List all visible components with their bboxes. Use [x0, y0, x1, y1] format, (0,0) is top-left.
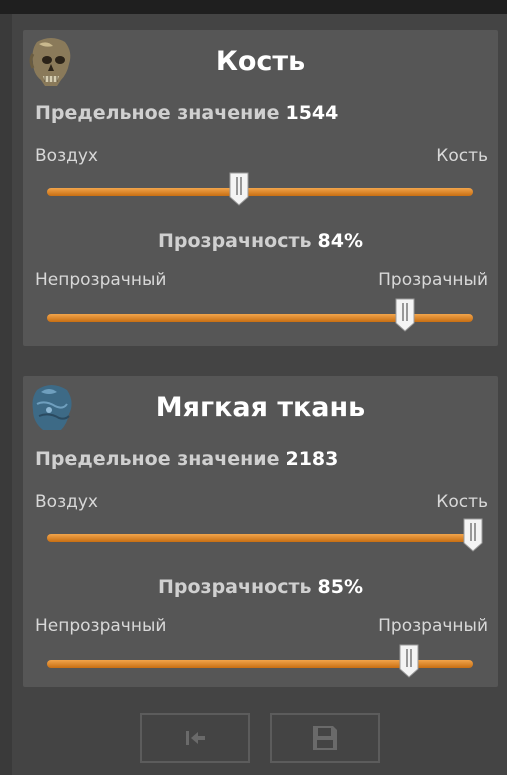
threshold-label: Предельное значение — [35, 448, 280, 470]
opacity-min-label: Непрозрачный — [35, 270, 167, 290]
opacity-readout: Прозрачность 84% — [23, 230, 498, 252]
opacity-slider[interactable] — [47, 298, 473, 332]
panel-title: Кость — [215, 46, 306, 77]
threshold-max-label: Кость — [436, 492, 488, 512]
save-button[interactable] — [270, 713, 380, 763]
opacity-min-label: Непрозрачный — [35, 616, 167, 636]
opacity-label: Прозрачность — [157, 230, 312, 252]
opacity-slider-thumb[interactable] — [394, 297, 416, 333]
soft-tissue-panel: Мягкая ткань Предельное значение 2183 Воз… — [23, 376, 498, 687]
threshold-value: 1544 — [285, 102, 339, 124]
opacity-value: 84% — [317, 230, 363, 252]
threshold-value: 2183 — [285, 448, 339, 470]
threshold-label: Предельное значение — [35, 102, 280, 124]
threshold-readout: Предельное значение 2183 — [35, 448, 338, 470]
opacity-value: 85% — [317, 576, 363, 598]
threshold-slider[interactable] — [47, 518, 483, 552]
threshold-readout: Предельное значение 1544 — [35, 102, 338, 124]
panel-title: Мягкая ткань — [155, 392, 366, 423]
threshold-slider[interactable] — [47, 172, 473, 206]
reset-button[interactable] — [140, 713, 250, 763]
threshold-min-label: Воздух — [35, 492, 98, 512]
reset-to-start-icon — [186, 731, 205, 745]
opacity-max-label: Прозрачный — [378, 616, 488, 636]
bottom-toolbar — [0, 700, 507, 775]
opacity-slider[interactable] — [47, 644, 473, 678]
threshold-slider-thumb[interactable] — [462, 517, 484, 553]
opacity-readout: Прозрачность 85% — [23, 576, 498, 598]
top-bar — [0, 0, 507, 14]
threshold-max-label: Кость — [436, 146, 488, 166]
threshold-slider-thumb[interactable] — [228, 171, 250, 207]
opacity-label: Прозрачность — [157, 576, 312, 598]
threshold-min-label: Воздух — [35, 146, 98, 166]
opacity-max-label: Прозрачный — [378, 270, 488, 290]
save-disk-icon — [313, 726, 337, 750]
bone-panel: Кость Предельное значение 1544 Воздух Кос… — [23, 30, 498, 346]
opacity-slider-thumb[interactable] — [398, 643, 420, 679]
